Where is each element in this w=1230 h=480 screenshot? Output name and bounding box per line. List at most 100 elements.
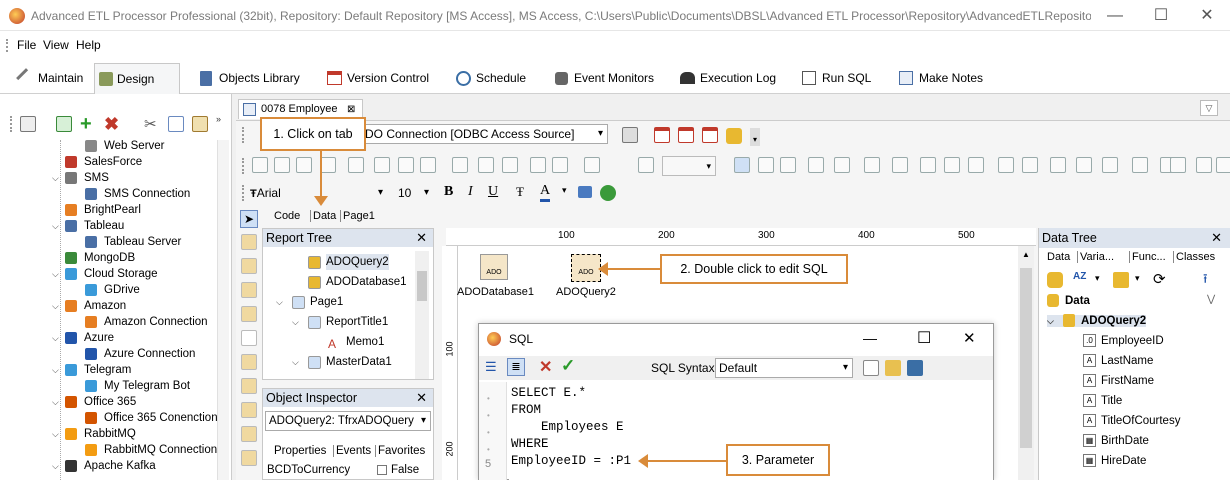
menu-help[interactable]: Help (76, 38, 101, 52)
refresh-icon[interactable]: ⟳ (1153, 270, 1166, 288)
report-tree-item[interactable]: A Memo1 (328, 334, 384, 351)
ado-database-component[interactable]: ADO (480, 254, 508, 280)
sidebar-item[interactable]: Apache Kafka ⌵ (52, 458, 156, 474)
component-icon[interactable] (241, 426, 257, 442)
left-scrollbar[interactable] (217, 140, 229, 480)
collapse-all-icon[interactable]: ⋁ (1207, 294, 1215, 305)
data-field[interactable]: .0 EmployeeID (1083, 332, 1164, 350)
component-icon[interactable] (241, 282, 257, 298)
toolbar-button[interactable] (296, 157, 312, 173)
toolbar-button[interactable] (998, 157, 1014, 173)
sidebar-item[interactable]: GDrive (85, 282, 140, 298)
toolbar-button[interactable] (1132, 157, 1148, 173)
open-folder-icon[interactable] (885, 360, 901, 376)
toolbar-overflow-icon[interactable]: » (216, 114, 221, 124)
paste-icon[interactable] (192, 116, 208, 132)
connection-settings-icon[interactable] (622, 127, 638, 143)
toolbar-button[interactable] (552, 157, 568, 173)
tab-schedule[interactable]: Schedule (454, 63, 526, 94)
report-tree-item[interactable]: ADOQuery2 (308, 254, 389, 270)
sidebar-item[interactable]: Azure Connection (85, 346, 195, 362)
ok-icon[interactable]: ✓ (561, 356, 575, 376)
copy-icon[interactable] (168, 116, 184, 132)
sidebar-item[interactable]: Telegram ⌵ (52, 362, 131, 378)
connection-select[interactable]: ADO Connection [ODBC Access Source] ▾ (352, 124, 608, 144)
font-color-icon[interactable]: A (540, 183, 551, 202)
object-select[interactable]: ADOQuery2: TfrxADOQuery ▾ (265, 411, 431, 431)
refresh-icon[interactable] (56, 116, 72, 132)
close-icon[interactable]: ✕ (416, 389, 427, 407)
toolbar-dropdown-icon[interactable]: ▾ (750, 128, 760, 146)
toolbar-button[interactable] (892, 157, 908, 173)
calendar-edit-icon[interactable] (702, 127, 718, 143)
tab-events[interactable]: Events (333, 445, 371, 457)
font-size-select[interactable]: 10 ▾ (398, 183, 434, 203)
bold-button[interactable]: B (444, 184, 453, 200)
toolbar-button[interactable] (348, 157, 364, 173)
sidebar-item[interactable]: RabbitMQ ⌵ (52, 426, 136, 442)
chevron-down-icon[interactable]: ⌵ (52, 458, 59, 474)
tab-execution-log[interactable]: Execution Log (678, 63, 776, 94)
italic-button[interactable]: I (468, 184, 473, 200)
maximize-button[interactable]: ☐ (1138, 0, 1184, 31)
tab-page1[interactable]: Page1 (340, 210, 375, 222)
toolbar-button[interactable] (968, 157, 984, 173)
chevron-down-icon[interactable]: ▾ (1135, 273, 1140, 284)
component-icon[interactable] (241, 450, 257, 466)
query-icon[interactable] (1113, 272, 1129, 288)
toolbar-button[interactable] (1216, 157, 1230, 173)
sidebar-item[interactable]: MongoDB (65, 250, 135, 266)
chevron-down-icon[interactable]: ⌵ (52, 426, 59, 442)
toolbar-button[interactable] (252, 157, 268, 173)
chevron-down-icon[interactable]: ⌵ (292, 314, 299, 330)
toolbar-button[interactable] (420, 157, 436, 173)
highlight-icon[interactable] (578, 186, 592, 198)
sidebar-item[interactable]: My Telegram Bot (85, 378, 190, 394)
toolbar-button[interactable] (398, 157, 414, 173)
canvas-scrollbar[interactable]: ▲ (1018, 246, 1034, 480)
toolbar-button[interactable] (1022, 157, 1038, 173)
tab-event-monitors[interactable]: Event Monitors (552, 63, 654, 94)
lock-icon[interactable] (726, 128, 742, 144)
report-tree-item[interactable]: ReportTitle1 ⌵ (292, 314, 388, 330)
toolbar-button[interactable] (734, 157, 750, 173)
sidebar-item[interactable]: Azure ⌵ (52, 330, 114, 346)
data-field[interactable]: ▦ BirthDate (1083, 432, 1149, 450)
component-icon[interactable] (241, 354, 257, 370)
chevron-down-icon[interactable]: ⌵ (52, 394, 59, 410)
cancel-icon[interactable]: ✕ (539, 357, 552, 377)
toolbar-button[interactable] (502, 157, 518, 173)
tab-code[interactable]: Code (274, 210, 300, 222)
font-style-icon[interactable]: Ŧ (516, 184, 524, 200)
component-icon[interactable] (241, 402, 257, 418)
tab-properties[interactable]: Properties (274, 445, 326, 457)
report-tree-item[interactable]: Page1 ⌵ (276, 294, 343, 310)
sidebar-item[interactable]: SMS ⌵ (52, 170, 109, 186)
component-icon[interactable] (241, 330, 257, 346)
tab-favorites[interactable]: Favorites (375, 445, 425, 457)
report-tree-item[interactable]: MasterData1 ⌵ (292, 354, 392, 370)
minimize-button[interactable]: — (1092, 0, 1138, 31)
add-icon[interactable]: + (80, 114, 92, 134)
toolbar-button[interactable] (530, 157, 546, 173)
chevron-down-icon[interactable]: ⌵ (52, 330, 59, 346)
tab-run-sql[interactable]: Run SQL (800, 63, 871, 94)
tab-data[interactable]: Data (310, 210, 336, 222)
component-icon[interactable] (241, 258, 257, 274)
menu-view[interactable]: View (43, 38, 69, 52)
tab-design[interactable]: Design (94, 63, 180, 94)
tab-maintain[interactable]: Maintain (16, 63, 83, 94)
edit-icon[interactable] (863, 360, 879, 376)
tab-version-control[interactable]: Version Control (325, 63, 429, 94)
tab-functions[interactable]: Func... (1129, 251, 1166, 263)
sidebar-item[interactable]: Office 365 Conenction (85, 410, 218, 426)
format-icon[interactable]: ≣ (507, 358, 525, 376)
sidebar-item[interactable]: Amazon ⌵ (52, 298, 126, 314)
toolbar-button[interactable] (864, 157, 880, 173)
collapse-icon[interactable]: ▽ (1200, 100, 1218, 116)
data-field[interactable]: A Title (1083, 392, 1122, 410)
sidebar-item[interactable]: SMS Connection (85, 186, 190, 202)
toolbar-button[interactable] (452, 157, 468, 173)
select-tool-icon[interactable]: ➤ (240, 210, 258, 228)
report-tree-item[interactable]: ADODatabase1 (308, 274, 407, 290)
